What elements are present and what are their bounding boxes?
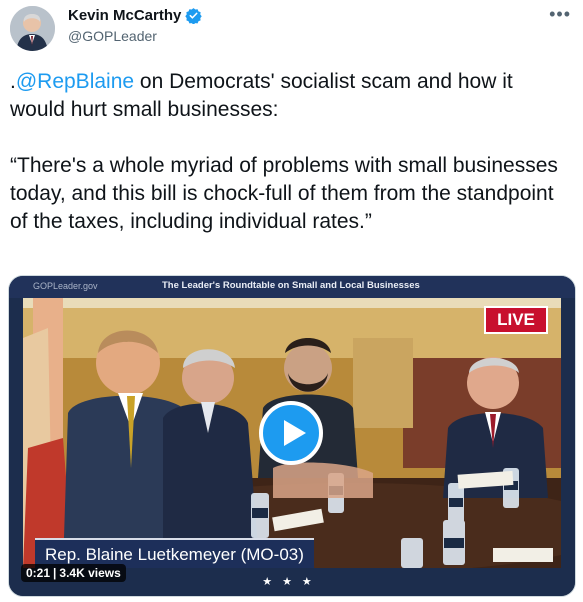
video-banner-title: The Leader's Roundtable on Small and Loc… bbox=[162, 280, 420, 291]
live-badge: LIVE bbox=[484, 306, 548, 334]
video-banner: GOPLeader.gov The Leader's Roundtable on… bbox=[9, 276, 575, 298]
video-duration: 0:21 bbox=[26, 566, 51, 580]
video-player[interactable]: GOPLeader.gov The Leader's Roundtable on… bbox=[8, 275, 576, 597]
author-name-row: Kevin McCarthy bbox=[68, 7, 203, 24]
author-display-name[interactable]: Kevin McCarthy bbox=[68, 7, 181, 24]
tweet-text: .@RepBlaine on Democrats' socialist scam… bbox=[10, 68, 570, 236]
avatar-image bbox=[10, 6, 55, 51]
play-icon[interactable] bbox=[259, 401, 323, 465]
play-triangle bbox=[284, 420, 306, 446]
stats-separator: | bbox=[53, 566, 57, 580]
video-site-label: GOPLeader.gov bbox=[33, 281, 98, 291]
author-handle[interactable]: @GOPLeader bbox=[68, 28, 157, 44]
author-avatar[interactable] bbox=[10, 6, 55, 51]
verified-badge-icon bbox=[185, 8, 203, 24]
video-stats-pill: 0:21 | 3.4K views bbox=[21, 564, 126, 582]
view-count: 3.4K views bbox=[59, 566, 121, 580]
mention-link[interactable]: @RepBlaine bbox=[16, 70, 134, 93]
more-options-icon[interactable]: ••• bbox=[549, 4, 571, 25]
tweet-body: on Democrats' socialist scam and how it … bbox=[10, 70, 558, 233]
